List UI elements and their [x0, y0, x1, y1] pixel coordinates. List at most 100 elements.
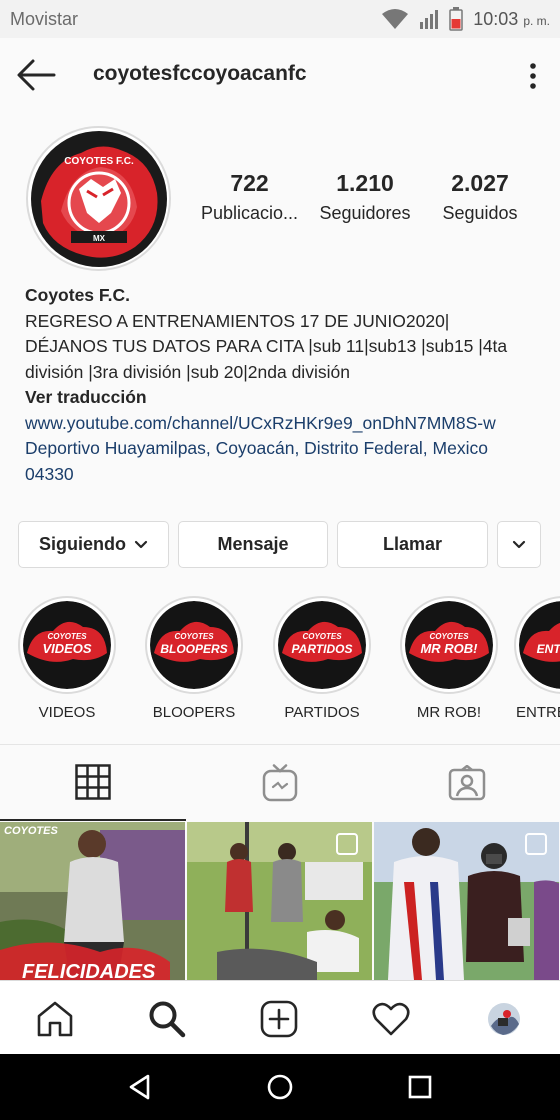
- bio-line: división |3ra división |sub 20|2nda divi…: [25, 361, 350, 382]
- header-username: coyotesfccoyoacanfc: [93, 62, 307, 85]
- highlight-cover: COYOTES VIDEOS: [18, 596, 116, 694]
- highlight-label: PARTIDOS: [284, 704, 360, 721]
- highlight-cover: ENTR: [514, 596, 560, 694]
- svg-text:COYOTES: COYOTES: [429, 632, 469, 641]
- message-button-label: Mensaje: [217, 534, 289, 554]
- nav-new-post[interactable]: [259, 999, 299, 1039]
- call-button[interactable]: Llamar: [337, 521, 488, 568]
- svg-text:COYOTES: COYOTES: [4, 825, 58, 837]
- highlight-label: VIDEOS: [38, 704, 96, 721]
- post-thumbnail[interactable]: COYOTES FELICIDADES: [0, 822, 185, 980]
- svg-text:COYOTES: COYOTES: [302, 632, 342, 641]
- highlight-cover: COYOTES BLOOPERS: [145, 596, 243, 694]
- posts-label: Publicacio...: [200, 203, 299, 223]
- svg-text:FELICIDADES: FELICIDADES: [22, 961, 156, 980]
- nav-activity[interactable]: [371, 999, 411, 1039]
- svg-text:PARTIDOS: PARTIDOS: [292, 642, 353, 656]
- highlight-bloopers[interactable]: COYOTES BLOOPERS BLOOPERS: [145, 596, 243, 721]
- following-button-label: Siguiendo: [39, 534, 126, 554]
- highlight-thumbnail: ENTR: [519, 601, 560, 689]
- following-count: 2.027: [451, 170, 509, 196]
- post-image: COYOTES FELICIDADES: [0, 822, 185, 980]
- svg-text:COYOTES: COYOTES: [174, 632, 214, 641]
- profile-avatar[interactable]: COYOTES F.C. MX: [26, 126, 171, 271]
- svg-text:ENTR: ENTR: [537, 642, 560, 656]
- stat-followers[interactable]: 1.210 Seguidores: [312, 170, 418, 224]
- svg-text:BLOOPERS: BLOOPERS: [160, 642, 227, 656]
- highlight-label: BLOOPERS: [152, 704, 236, 721]
- bio-line: DÉJANOS TUS DATOS PARA CITA |sub 11|sub1…: [25, 336, 508, 356]
- nav-profile[interactable]: [484, 999, 524, 1039]
- highlight-thumbnail: COYOTES PARTIDOS: [278, 601, 366, 689]
- svg-text:MR ROB!: MR ROB!: [420, 641, 478, 656]
- post-thumbnail[interactable]: [374, 822, 559, 980]
- more-options-icon[interactable]: [528, 62, 538, 90]
- svg-text:MX: MX: [93, 234, 106, 243]
- clock: 10:03 p. m.: [473, 8, 550, 29]
- home-circle-icon[interactable]: [266, 1073, 294, 1101]
- stat-following[interactable]: 2.027 Seguidos: [432, 170, 528, 224]
- call-button-label: Llamar: [382, 534, 443, 554]
- heart-icon: [372, 1002, 410, 1036]
- profile-bio: Coyotes F.C. REGRESO A ENTRENAMIENTOS 17…: [25, 283, 545, 487]
- highlight-label: MR ROB!: [416, 704, 482, 721]
- chevron-down-icon: [512, 540, 526, 548]
- highlight-mr-rob[interactable]: COYOTES MR ROB! MR ROB!: [400, 596, 498, 721]
- svg-text:COYOTES: COYOTES: [47, 632, 87, 641]
- see-translation-link[interactable]: Ver traducción: [25, 385, 545, 411]
- tagged-person-icon: [448, 765, 486, 801]
- post-image: [374, 822, 559, 980]
- followers-label: Seguidores: [319, 203, 411, 223]
- highlight-partial[interactable]: ENTR ENTRE: [514, 596, 560, 721]
- post-grid: COYOTES FELICIDADES: [0, 822, 560, 980]
- bottom-navigation: [0, 980, 560, 1054]
- battery-icon: [449, 7, 464, 31]
- tab-igtv[interactable]: [187, 745, 373, 821]
- website-link[interactable]: www.youtube.com/channel/UCxRzHKr9e9_onDh…: [25, 411, 545, 437]
- tab-tagged[interactable]: [374, 745, 560, 821]
- highlight-cover: COYOTES PARTIDOS: [273, 596, 371, 694]
- address-postal-code[interactable]: 04330: [25, 462, 545, 488]
- suggested-accounts-button[interactable]: [497, 521, 541, 568]
- profile-name: Coyotes F.C.: [25, 285, 131, 305]
- highlight-thumbnail: COYOTES VIDEOS: [23, 601, 111, 689]
- add-post-icon: [260, 1000, 298, 1038]
- status-bar: Movistar 10:03 p. m.: [0, 0, 560, 38]
- grid-icon: [75, 764, 111, 800]
- address-link[interactable]: Deportivo Huayamilpas, Coyoacán, Distrit…: [25, 436, 545, 462]
- highlight-videos[interactable]: COYOTES VIDEOS VIDEOS: [18, 596, 116, 721]
- highlight-partidos[interactable]: COYOTES PARTIDOS PARTIDOS: [273, 596, 371, 721]
- recents-square-icon[interactable]: [406, 1073, 434, 1101]
- followers-count: 1.210: [336, 170, 394, 196]
- highlight-cover: COYOTES MR ROB!: [400, 596, 498, 694]
- carrier-name: Movistar: [10, 8, 79, 29]
- tab-grid[interactable]: [0, 745, 186, 821]
- signal-icon: [420, 10, 439, 29]
- back-arrow-icon[interactable]: [16, 58, 56, 92]
- profile-tabs: [0, 744, 560, 821]
- profile-avatar-icon: [488, 1003, 520, 1035]
- coyotes-logo-icon: COYOTES F.C. MX: [30, 130, 167, 267]
- system-navigation-bar: [0, 1054, 560, 1120]
- bio-line: REGRESO A ENTRENAMIENTOS 17 DE JUNIO2020…: [25, 310, 450, 331]
- chevron-down-icon: [134, 540, 148, 548]
- back-triangle-icon[interactable]: [126, 1073, 154, 1101]
- igtv-icon: [262, 764, 298, 802]
- post-image: [187, 822, 372, 980]
- following-button[interactable]: Siguiendo: [18, 521, 169, 568]
- svg-text:COYOTES F.C.: COYOTES F.C.: [64, 156, 134, 167]
- message-button[interactable]: Mensaje: [178, 521, 328, 568]
- nav-search[interactable]: [147, 999, 187, 1039]
- posts-count: 722: [230, 170, 269, 196]
- wifi-icon: [382, 9, 409, 29]
- following-label: Seguidos: [442, 203, 518, 223]
- highlight-thumbnail: COYOTES BLOOPERS: [150, 601, 238, 689]
- highlight-thumbnail: COYOTES MR ROB!: [405, 601, 493, 689]
- nav-home[interactable]: [35, 999, 75, 1039]
- svg-text:VIDEOS: VIDEOS: [42, 641, 91, 656]
- stat-posts[interactable]: 722 Publicacio...: [192, 170, 307, 224]
- post-thumbnail[interactable]: [187, 822, 372, 980]
- home-icon: [37, 1001, 73, 1037]
- search-icon: [149, 1001, 186, 1038]
- profile-header: coyotesfccoyoacanfc: [0, 38, 560, 112]
